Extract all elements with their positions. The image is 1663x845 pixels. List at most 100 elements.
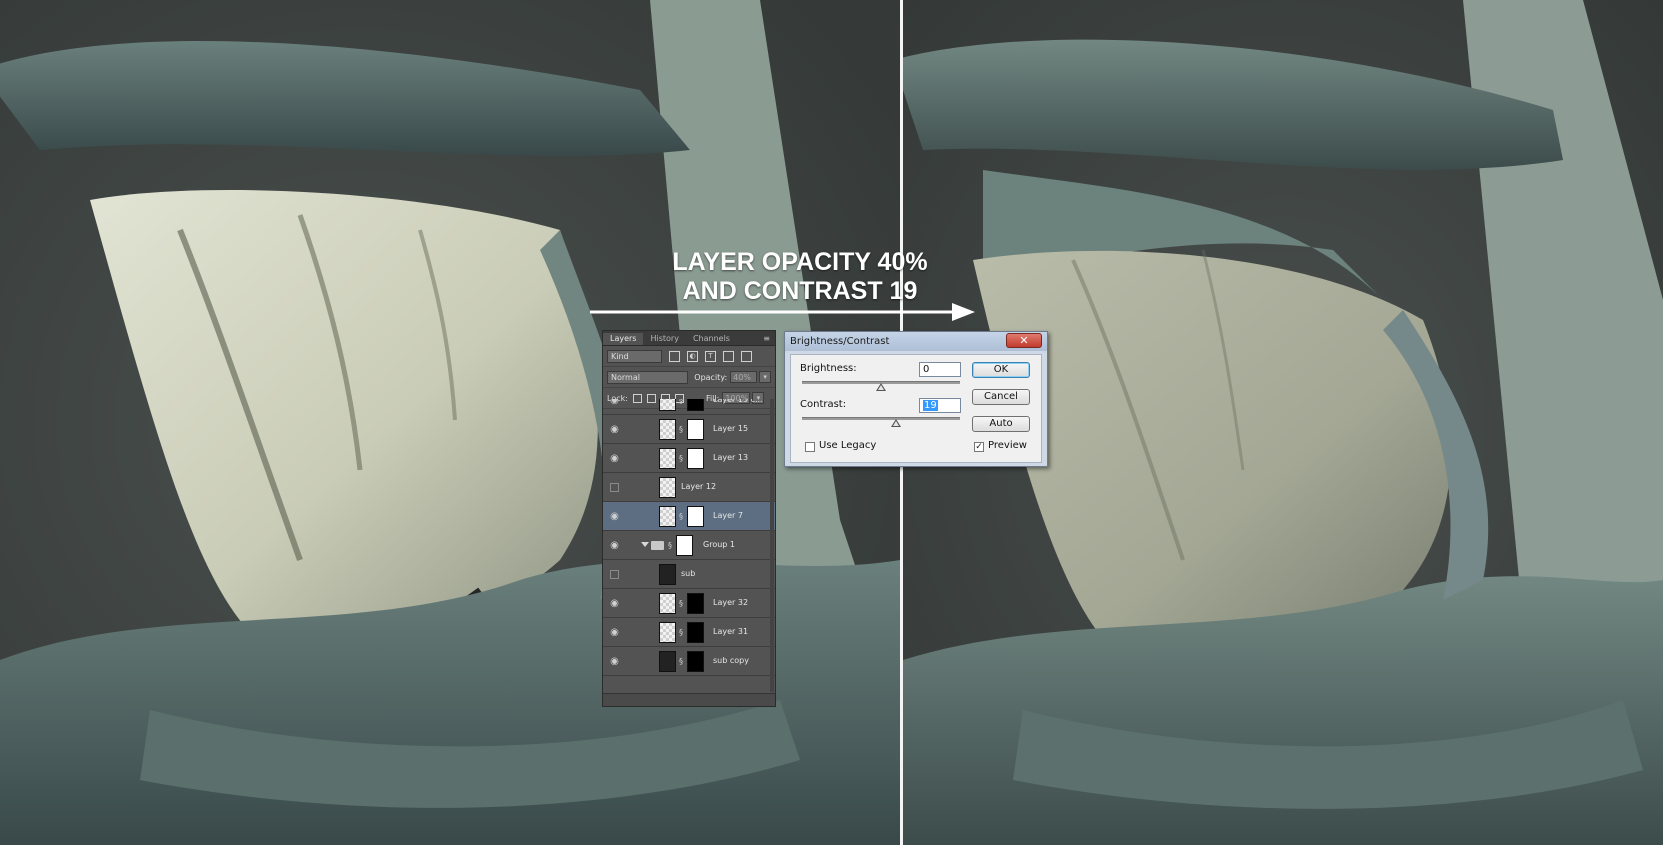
link-icon[interactable]: § [679,511,685,522]
visibility-toggle[interactable] [610,483,619,492]
link-icon[interactable]: § [679,453,685,464]
layer-row[interactable]: Layer 12 [603,473,775,502]
blend-mode-select[interactable]: Normal [607,370,689,384]
layer-name: sub copy [713,656,749,665]
blend-row: Normal Opacity: 40% ▾ [603,367,775,388]
layer-row[interactable]: sub [603,560,775,589]
layer-name: Layer 13 [713,453,749,462]
filter-row: Kind ◐ T [603,346,775,367]
layer-thumbnail[interactable] [659,399,676,411]
preview-check-icon: ✓ [975,442,983,452]
eye-icon[interactable]: ◉ [608,655,621,668]
eye-icon[interactable]: ◉ [608,423,621,436]
brightness-contrast-dialog: Brightness/Contrast ✕ Brightness: 0 Cont… [784,331,1048,467]
layer-mask-thumbnail[interactable] [687,622,704,643]
brightness-value: 0 [923,364,930,375]
panel-menu-icon[interactable]: ≡ [763,334,775,345]
layer-row[interactable]: ◉ § Layer 31 [603,618,775,647]
layer-thumbnail[interactable] [659,448,676,469]
filter-smartobject-icon[interactable] [741,350,752,362]
eye-icon[interactable]: ◉ [608,626,621,639]
brightness-input[interactable]: 0 [919,362,961,377]
link-icon[interactable]: § [679,399,685,406]
link-icon[interactable]: § [679,424,685,435]
caption-line-1: LAYER OPACITY 40% [672,248,928,276]
filter-adjustment-icon[interactable]: ◐ [687,350,698,362]
link-icon[interactable]: § [679,656,685,667]
panel-footer [603,693,775,706]
cancel-button[interactable]: Cancel [972,389,1030,405]
layer-mask-thumbnail[interactable] [687,593,704,614]
layer-row[interactable]: ◉ § Layer 13 [603,444,775,473]
layer-thumbnail[interactable] [659,419,676,440]
filter-type-icon[interactable]: T [705,350,716,362]
layer-name: Layer 31 [713,627,749,636]
layer-thumbnail[interactable] [659,651,676,672]
filter-kind-label: Kind [611,351,629,361]
dialog-title: Brightness/Contrast [790,336,890,347]
panel-tabs: Layers History Channels ≡ [603,331,775,346]
layer-mask-thumbnail[interactable] [687,651,704,672]
layer-mask-thumbnail[interactable] [676,535,693,556]
auto-button[interactable]: Auto [972,416,1030,432]
filter-kind-select[interactable]: Kind [607,349,662,363]
contrast-value: 19 [923,400,938,411]
layer-thumbnail[interactable] [659,477,676,498]
layer-name: Layer 7 [713,511,743,520]
layer-thumbnail[interactable] [659,506,676,527]
filter-shape-icon[interactable] [723,350,734,362]
contrast-label: Contrast: [800,399,847,410]
layer-row[interactable]: ◉ § Layer 32 [603,589,775,618]
filter-pixel-icon[interactable] [669,350,680,362]
opacity-input[interactable]: 40% [730,371,758,383]
folder-icon [651,541,664,550]
dialog-body: Brightness: 0 Contrast: 19 Use Legacy OK… [790,354,1042,463]
ok-button[interactable]: OK [972,362,1030,378]
contrast-slider-knob[interactable] [891,419,901,427]
layer-name: Group 1 [703,540,735,549]
layer-row[interactable]: ◉ § sub copy [603,647,775,676]
opacity-dropdown-icon[interactable]: ▾ [759,371,771,383]
layer-row[interactable]: ◉ § Layer 7 [603,502,775,531]
layer-mask-thumbnail[interactable] [687,448,704,469]
layer-thumbnail[interactable] [659,564,676,585]
layer-mask-thumbnail[interactable] [687,399,704,411]
eye-icon[interactable]: ◉ [608,452,621,465]
preview-checkbox[interactable]: ✓ [974,442,984,452]
eye-icon[interactable]: ◉ [608,597,621,610]
link-icon[interactable]: § [679,627,685,638]
layer-list-scrollbar[interactable] [770,399,774,692]
close-icon[interactable]: ✕ [1006,333,1042,348]
expand-triangle-icon[interactable] [641,542,649,547]
layers-panel: Layers History Channels ≡ Kind ◐ T Norma… [602,330,776,707]
contrast-input[interactable]: 19 [919,398,961,413]
brightness-label: Brightness: [800,363,857,374]
use-legacy-checkbox[interactable] [805,442,815,452]
tab-layers[interactable]: Layers [603,333,644,345]
link-icon[interactable]: § [668,540,674,551]
layer-thumbnail[interactable] [659,593,676,614]
brightness-slider-knob[interactable] [876,383,886,391]
eye-icon[interactable]: ◉ [608,399,621,407]
layer-row[interactable]: ◉ § Layer 15 [603,415,775,444]
layer-thumbnail[interactable] [659,622,676,643]
layer-name: Layer 32 [713,598,749,607]
layer-row[interactable]: ◉ § Group 1 [603,531,775,560]
use-legacy-label: Use Legacy [819,440,877,451]
tab-channels[interactable]: Channels [686,333,737,345]
layer-name: Layer 15 [713,424,749,433]
right-arrow-icon [590,303,975,321]
contrast-slider-track[interactable] [802,417,960,420]
eye-icon[interactable]: ◉ [608,510,621,523]
layer-mask-thumbnail[interactable] [687,419,704,440]
layer-list: ◉ § Layer 15 c... ◉ § Layer 15 ◉ § Layer 13 Layer… [603,399,775,692]
tab-history[interactable]: History [643,333,685,345]
layer-mask-thumbnail[interactable] [687,506,704,527]
visibility-toggle[interactable] [610,570,619,579]
layer-name: sub [681,569,696,578]
blend-mode-value: Normal [611,372,640,382]
link-icon[interactable]: § [679,598,685,609]
layer-row[interactable]: ◉ § Layer 15 c... [603,399,775,415]
eye-icon[interactable]: ◉ [608,539,621,552]
caption: LAYER OPACITY 40% AND CONTRAST 19 [590,248,1010,306]
